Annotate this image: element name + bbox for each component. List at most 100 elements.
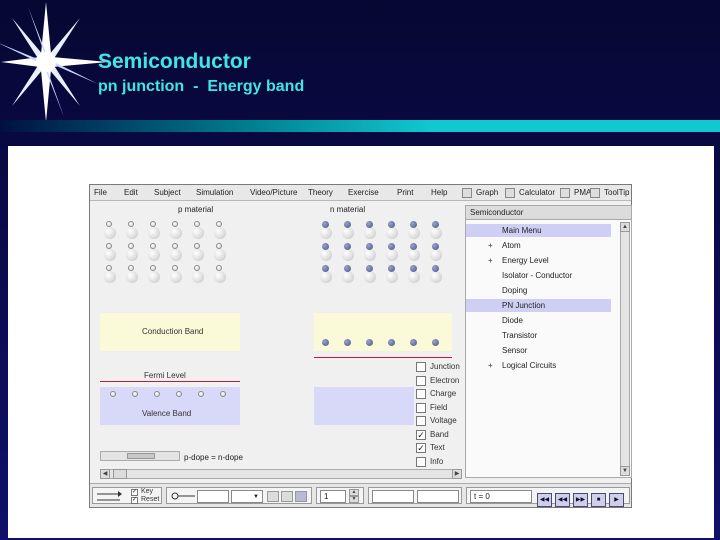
probe-button-c[interactable] xyxy=(295,491,307,502)
option-checkbox[interactable] xyxy=(416,362,426,372)
tree-item[interactable]: + Logical Circuits xyxy=(466,359,611,372)
scroll-right-button[interactable]: ▶ xyxy=(452,469,462,479)
electron-carrier xyxy=(344,265,351,272)
tree-expand-icon[interactable]: + xyxy=(488,361,493,370)
rewind-start-button[interactable]: ◀◀ xyxy=(537,493,552,507)
electron-carrier xyxy=(410,221,417,228)
band-hole xyxy=(154,391,160,397)
lattice-atom xyxy=(408,249,420,261)
scroll-left-button[interactable]: ◀ xyxy=(100,469,110,479)
lattice-atom xyxy=(148,227,160,239)
probe-field[interactable] xyxy=(197,490,229,503)
p-material-lattice xyxy=(100,217,240,293)
option-label: Text xyxy=(430,443,445,452)
step-value-field[interactable]: 1 xyxy=(320,490,346,503)
electron-carrier xyxy=(344,221,351,228)
tree-scroll-down-button[interactable]: ▼ xyxy=(620,466,630,476)
calculator-toggle-label: Calculator xyxy=(519,188,556,197)
lattice-atom xyxy=(170,227,182,239)
menu-print[interactable]: Print xyxy=(397,188,413,197)
tree-scroll-up-button[interactable]: ▲ xyxy=(620,222,630,232)
bottom-toolbar: ✓ Key ✓ Reset ▼ 1 ▲ ▼ t = 0 ◀◀ ◀◀ ▶▶ ■ ▶ xyxy=(90,483,631,507)
option-checkbox[interactable] xyxy=(416,416,426,426)
key-reset-group: ✓ Key ✓ Reset xyxy=(92,487,162,504)
band-hole xyxy=(198,391,204,397)
pma-toggle[interactable] xyxy=(560,188,570,198)
probe-button-a[interactable] xyxy=(267,491,279,502)
doping-slider-thumb[interactable] xyxy=(127,453,155,459)
doping-slider[interactable] xyxy=(100,451,180,461)
step-up-button[interactable]: ▲ xyxy=(349,489,359,496)
electron-carrier xyxy=(410,265,417,272)
menu-video-picture[interactable]: Video/Picture xyxy=(250,188,297,197)
menu-edit[interactable]: Edit xyxy=(124,188,138,197)
lattice-atom xyxy=(342,227,354,239)
tree-item[interactable]: + Atom xyxy=(466,239,611,252)
option-checkbox[interactable]: ✓ xyxy=(416,443,426,453)
lattice-atom xyxy=(386,271,398,283)
lattice-atom xyxy=(104,249,116,261)
stop-button[interactable]: ■ xyxy=(591,493,606,507)
lattice-atom xyxy=(430,249,442,261)
menu-simulation[interactable]: Simulation xyxy=(196,188,233,197)
readout-group xyxy=(368,487,462,504)
lattice-atom xyxy=(126,249,138,261)
fast-forward-button[interactable]: ▶▶ xyxy=(573,493,588,507)
n-material-lattice xyxy=(316,217,456,293)
step-back-button[interactable]: ◀◀ xyxy=(555,493,570,507)
tree-expand-icon[interactable]: + xyxy=(488,241,493,250)
option-checkbox[interactable] xyxy=(416,402,426,413)
tree-expand-icon[interactable]: + xyxy=(488,256,493,265)
option-checkbox[interactable]: ✓ xyxy=(416,429,426,440)
electron-carrier xyxy=(432,221,439,228)
band-hole xyxy=(176,391,182,397)
conduction-band-label: Conduction Band xyxy=(142,327,204,336)
fermi-line-p xyxy=(100,381,240,382)
lattice-atom xyxy=(192,271,204,283)
hole-carrier xyxy=(150,221,156,227)
menu-exercise[interactable]: Exercise xyxy=(348,188,379,197)
tree-item[interactable]: Main Menu xyxy=(466,224,611,237)
tooltip-toggle[interactable] xyxy=(590,188,600,198)
menu-file[interactable]: File xyxy=(94,188,107,197)
probe-group: ▼ xyxy=(166,487,312,504)
probe-dropdown[interactable]: ▼ xyxy=(231,490,263,503)
play-button[interactable]: ▶ xyxy=(609,493,624,507)
key-checkbox[interactable]: ✓ xyxy=(131,489,138,496)
title-rule-bar xyxy=(0,120,720,132)
step-down-button[interactable]: ▼ xyxy=(349,496,359,503)
tree-item[interactable]: Diode xyxy=(466,314,611,327)
hole-carrier xyxy=(194,221,200,227)
reset-checkbox[interactable]: ✓ xyxy=(131,497,138,504)
option-label: Voltage xyxy=(430,416,457,425)
calculator-toggle[interactable] xyxy=(505,188,515,198)
option-label: Band xyxy=(430,429,449,439)
valence-band-n xyxy=(314,387,414,425)
menu-help[interactable]: Help xyxy=(431,188,447,197)
hole-carrier xyxy=(216,243,222,249)
option-checkbox[interactable] xyxy=(416,375,426,386)
p-material-label: p material xyxy=(178,205,214,214)
tree-header: Semiconductor xyxy=(466,206,631,220)
tree-item[interactable]: Transistor xyxy=(466,329,611,342)
graph-toggle[interactable] xyxy=(462,188,472,198)
lattice-atom xyxy=(104,271,116,283)
option-checkbox[interactable] xyxy=(416,456,426,467)
tree-item[interactable]: Doping xyxy=(466,284,611,297)
tree-item[interactable]: PN Junction xyxy=(466,299,611,312)
simulation-window: File Edit Subject Simulation Video/Pictu… xyxy=(89,184,632,508)
tree-item[interactable]: Sensor xyxy=(466,344,611,357)
tree-item[interactable]: + Energy Level xyxy=(466,254,611,267)
tree-item[interactable]: Isolator - Conductor xyxy=(466,269,611,282)
hole-carrier xyxy=(128,265,134,271)
tree-item-label: PN Junction xyxy=(502,301,546,310)
scroll-thumb[interactable] xyxy=(113,469,127,479)
menu-theory[interactable]: Theory xyxy=(308,188,333,197)
horizontal-scrollbar[interactable]: ◀ ▶ xyxy=(100,469,462,479)
tree-vertical-scrollbar[interactable]: ▲ ▼ xyxy=(620,222,630,476)
lattice-atom xyxy=(170,249,182,261)
tree-item-label: Sensor xyxy=(502,346,528,355)
probe-button-b[interactable] xyxy=(281,491,293,502)
option-checkbox[interactable] xyxy=(416,389,426,399)
menu-subject[interactable]: Subject xyxy=(154,188,181,197)
